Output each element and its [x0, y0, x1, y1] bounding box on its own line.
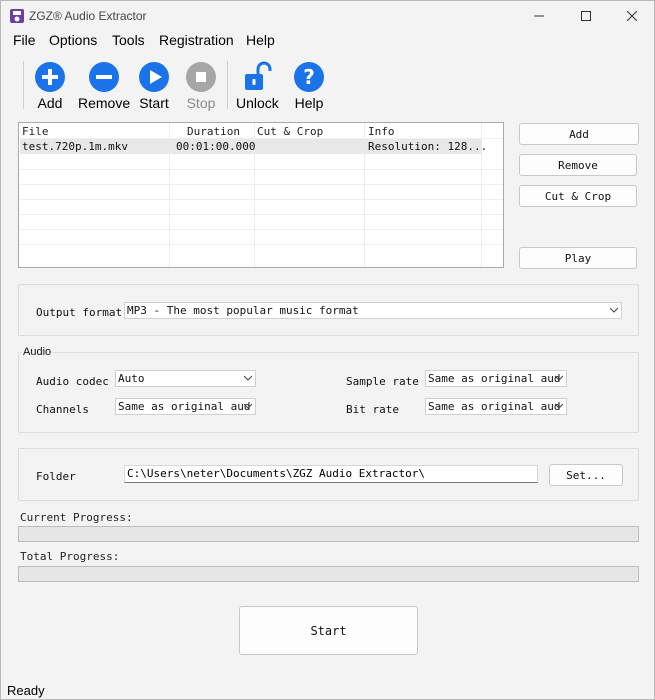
column-header-info[interactable]: Info — [368, 125, 395, 138]
toolbar: Add Remove Start Stop Unlock ? Help — [1, 53, 654, 113]
main-window: ZGZ® Audio Extractor File Options Tools … — [0, 0, 655, 700]
menu-file[interactable]: File — [13, 32, 36, 48]
row-divider — [19, 229, 503, 230]
play-button[interactable]: Play — [519, 247, 637, 269]
row-divider — [19, 214, 503, 215]
window-title: ZGZ® Audio Extractor — [29, 9, 147, 23]
current-progress-bar — [18, 526, 639, 542]
sample-rate-label: Sample rate — [346, 375, 419, 388]
unlock-tool-label: Unlock — [236, 95, 279, 111]
sample-rate-select[interactable]: Same as original aud — [425, 370, 567, 387]
add-tool-button[interactable]: Add — [34, 61, 66, 111]
toolbar-separator — [23, 61, 24, 109]
audio-codec-value: Auto — [118, 372, 145, 385]
chevron-down-icon — [555, 403, 563, 409]
unlock-tool-button[interactable]: Unlock — [236, 61, 279, 111]
menu-options[interactable]: Options — [49, 32, 97, 48]
bit-rate-select[interactable]: Same as original aud — [425, 398, 567, 415]
svg-text:?: ? — [303, 65, 315, 89]
column-header-duration[interactable]: Duration — [187, 125, 240, 138]
chevron-down-icon — [244, 375, 252, 381]
output-format-panel: Output format MP3 - The most popular mus… — [18, 284, 639, 336]
row-divider — [19, 169, 503, 170]
channels-value: Same as original aud — [118, 400, 251, 413]
title-bar: ZGZ® Audio Extractor — [1, 1, 654, 31]
help-tool-button[interactable]: ? Help — [293, 61, 325, 111]
start-button[interactable]: Start — [239, 606, 418, 655]
stop-circle-icon — [186, 62, 216, 92]
row-info: Resolution: 128... — [368, 140, 488, 153]
toolbar-separator — [227, 61, 228, 109]
help-tool-label: Help — [294, 95, 324, 111]
audio-group: Audio codec Auto Channels Same as origin… — [18, 352, 639, 433]
minimize-icon — [534, 15, 544, 17]
app-icon — [10, 9, 24, 23]
close-button[interactable] — [609, 1, 655, 31]
output-format-label: Output format — [36, 306, 123, 319]
row-divider — [19, 184, 503, 185]
folder-label: Folder — [36, 470, 76, 483]
stop-tool-label: Stop — [186, 95, 216, 111]
total-progress-label: Total Progress: — [20, 550, 120, 563]
chevron-down-icon — [610, 307, 618, 313]
status-text: Ready — [7, 683, 45, 698]
row-divider — [19, 244, 503, 245]
minus-circle-icon — [89, 62, 120, 92]
audio-group-title: Audio — [21, 346, 54, 358]
row-divider — [19, 199, 503, 200]
row-duration: 00:01:00.000 — [176, 140, 256, 153]
cut-crop-button[interactable]: Cut & Crop — [519, 185, 637, 207]
channels-select[interactable]: Same as original aud — [115, 398, 256, 415]
bit-rate-label: Bit rate — [346, 403, 399, 416]
output-format-select[interactable]: MP3 - The most popular music format — [124, 302, 622, 319]
output-format-value: MP3 - The most popular music format — [127, 304, 359, 317]
unlock-icon — [245, 61, 272, 90]
remove-tool-label: Remove — [78, 95, 131, 111]
minimize-button[interactable] — [516, 1, 562, 31]
menu-help[interactable]: Help — [246, 32, 275, 48]
play-circle-icon — [139, 62, 169, 92]
chevron-down-icon — [555, 375, 563, 381]
bit-rate-value: Same as original aud — [428, 400, 561, 413]
remove-tool-button[interactable]: Remove — [78, 61, 130, 111]
chevron-down-icon — [244, 403, 252, 409]
file-list[interactable]: File Duration Cut & Crop Info test.720p.… — [18, 122, 504, 268]
menu-registration[interactable]: Registration — [159, 32, 234, 48]
menu-tools[interactable]: Tools — [112, 32, 145, 48]
audio-codec-select[interactable]: Auto — [115, 370, 256, 387]
maximize-button[interactable] — [563, 1, 609, 31]
folder-path-input[interactable]: C:\Users\neter\Documents\ZGZ Audio Extra… — [124, 465, 538, 483]
menu-bar: File Options Tools Registration Help — [1, 31, 654, 51]
add-tool-label: Add — [37, 95, 63, 111]
set-folder-button[interactable]: Set... — [549, 464, 623, 486]
column-header-file[interactable]: File — [22, 125, 49, 138]
channels-label: Channels — [36, 403, 89, 416]
help-circle-icon: ? — [294, 62, 324, 92]
folder-panel: Folder C:\Users\neter\Documents\ZGZ Audi… — [18, 448, 639, 501]
close-icon — [627, 11, 637, 21]
plus-circle-icon — [35, 62, 65, 92]
add-button[interactable]: Add — [519, 123, 639, 145]
start-tool-button[interactable]: Start — [138, 61, 170, 111]
sample-rate-value: Same as original aud — [428, 372, 561, 385]
current-progress-label: Current Progress: — [20, 511, 133, 524]
start-tool-label: Start — [139, 95, 169, 111]
column-header-cut-crop[interactable]: Cut & Crop — [257, 125, 323, 138]
status-bar: Ready — [1, 681, 654, 700]
remove-button[interactable]: Remove — [519, 154, 637, 176]
total-progress-bar — [18, 566, 639, 582]
stop-tool-button[interactable]: Stop — [185, 61, 217, 111]
audio-codec-label: Audio codec — [36, 375, 109, 388]
maximize-icon — [581, 11, 591, 21]
row-file-name: test.720p.1m.mkv — [22, 140, 128, 153]
